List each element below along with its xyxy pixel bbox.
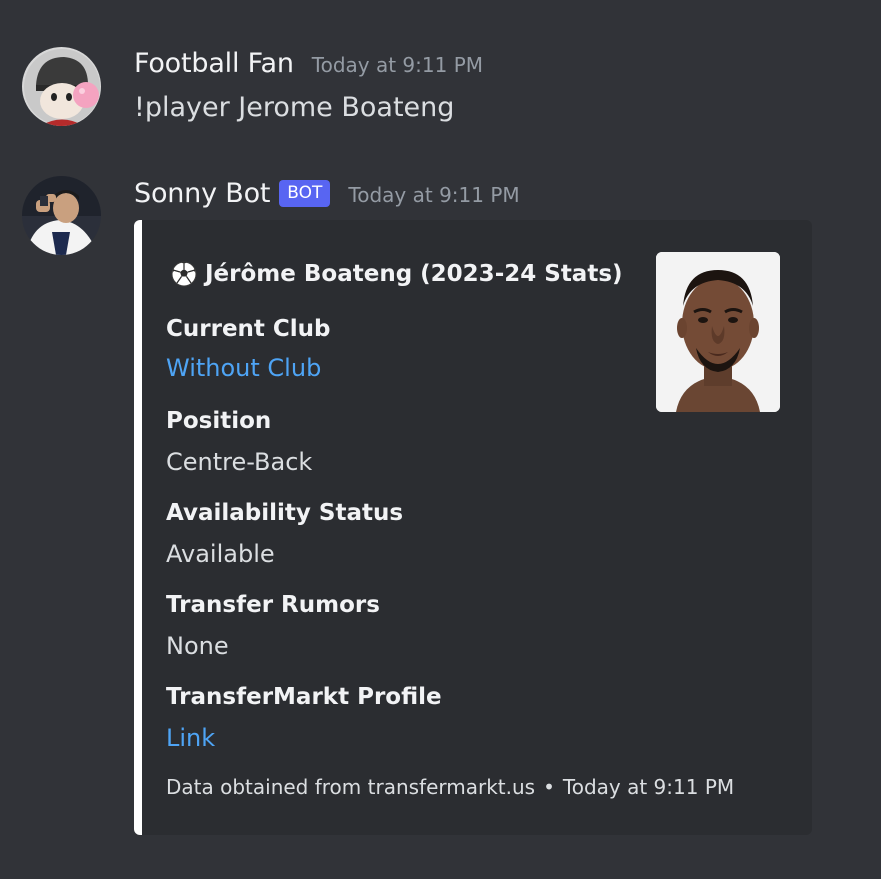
embed-title: Jérôme Boateng (2023-24 Stats): [171, 261, 623, 287]
username[interactable]: Sonny Bot: [134, 178, 270, 209]
message-text: !player Jerome Boateng: [134, 92, 455, 123]
embed-footer: Data obtained from transfermarkt.us • Toda…: [166, 775, 734, 799]
football-fan-header: Football Fan Today at 9:11 PM: [134, 48, 483, 79]
bot-badge: BOT: [279, 180, 331, 207]
footer-timestamp: Today at 9:11 PM: [562, 775, 735, 799]
field-value-position: Centre-Back: [166, 448, 313, 476]
field-name-availability: Availability Status: [166, 500, 404, 526]
message-timestamp: Today at 9:11 PM: [348, 183, 520, 207]
football-fan-avatar[interactable]: [22, 47, 101, 126]
sonny-bot-header: Sonny Bot BOT Today at 9:11 PM: [134, 178, 520, 211]
footer-text: Data obtained from transfermarkt.us: [166, 775, 536, 799]
field-name-position: Position: [166, 408, 272, 434]
field-name-current-club: Current Club: [166, 316, 331, 342]
message-timestamp: Today at 9:11 PM: [311, 53, 484, 77]
sonny-bot-avatar[interactable]: [22, 176, 101, 255]
footer-separator: •: [543, 775, 555, 799]
username[interactable]: Football Fan: [134, 48, 294, 79]
field-name-transfer-rumors: Transfer Rumors: [166, 592, 380, 618]
embed-accent-bar: [134, 220, 142, 835]
soccer-ball-icon: [171, 261, 197, 287]
player-embed: Jérôme Boateng (2023-24 Stats) Current C…: [134, 220, 812, 835]
transfermarkt-profile-link[interactable]: Link: [166, 724, 215, 752]
field-value-current-club-link[interactable]: Without Club: [166, 354, 321, 382]
field-value-availability: Available: [166, 540, 275, 568]
field-value-transfer-rumors: None: [166, 632, 229, 660]
player-photo[interactable]: [656, 252, 780, 412]
embed-title-text: Jérôme Boateng (2023-24 Stats): [205, 261, 623, 287]
field-name-transfermarkt-profile: TransferMarkt Profile: [166, 684, 442, 710]
